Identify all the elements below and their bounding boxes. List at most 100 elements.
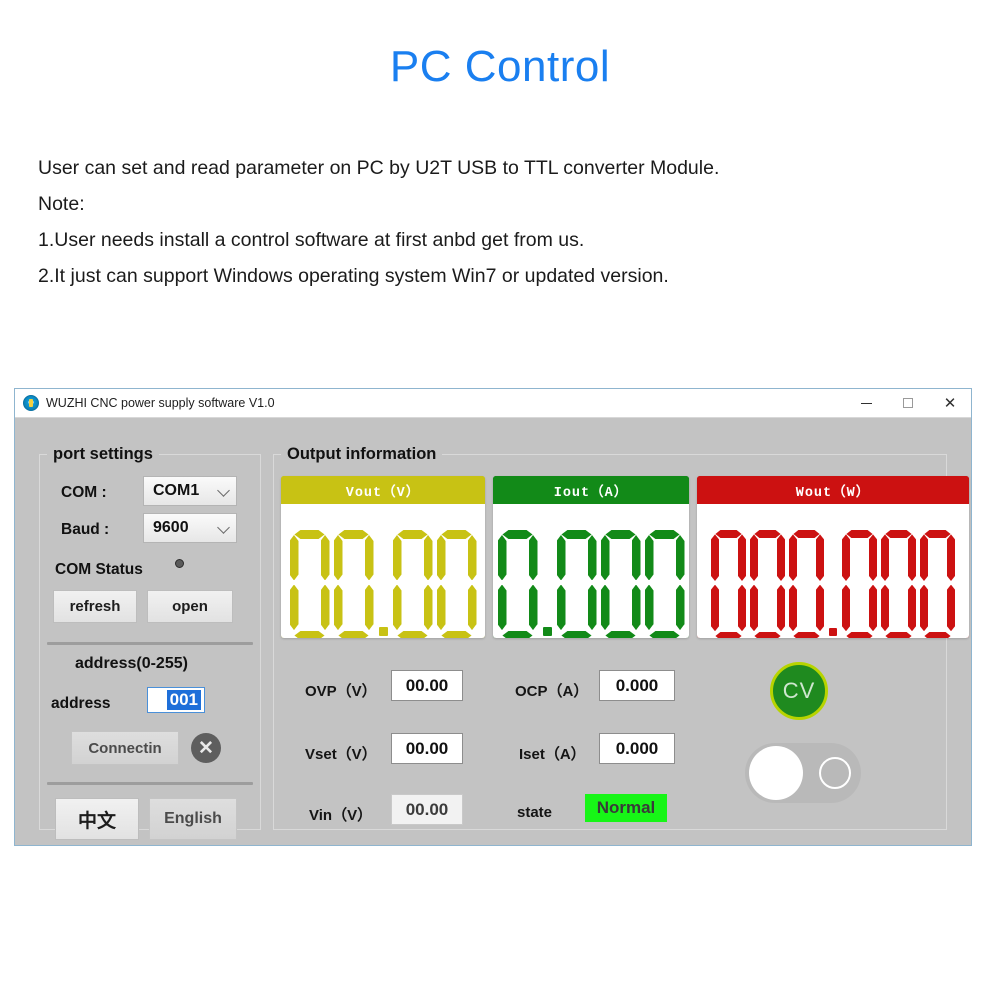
seven-segment-digit bbox=[920, 530, 955, 638]
segment-c bbox=[777, 585, 785, 632]
status-badge: Normal bbox=[585, 794, 667, 822]
seven-segment-digit bbox=[542, 530, 552, 638]
ovp-label: OVP（V） bbox=[305, 683, 377, 700]
seven-segment-digit bbox=[334, 530, 374, 638]
segment-f bbox=[393, 535, 402, 581]
ovp-field[interactable]: 00.00 bbox=[391, 670, 463, 701]
segment-d bbox=[649, 631, 679, 638]
connect-button-label: Connectin bbox=[88, 739, 162, 757]
vin-field: 00.00 bbox=[391, 794, 463, 825]
maximize-button[interactable] bbox=[887, 389, 929, 417]
segment-d bbox=[338, 631, 368, 638]
decimal-point bbox=[829, 628, 837, 636]
seven-segment-digit bbox=[557, 530, 597, 638]
state-label: state bbox=[517, 804, 553, 821]
divider-2 bbox=[47, 782, 253, 785]
segment-b bbox=[676, 535, 685, 581]
segment-f bbox=[498, 535, 507, 581]
segment-a bbox=[649, 530, 679, 539]
segment-c bbox=[365, 585, 374, 631]
refresh-button[interactable]: refresh bbox=[53, 590, 137, 623]
ovp-value: 00.00 bbox=[405, 675, 449, 695]
meter-iout: Iout（A） bbox=[493, 476, 689, 638]
segment-c bbox=[424, 585, 433, 631]
segment-e bbox=[750, 585, 758, 632]
clear-status-icon[interactable]: ✕ bbox=[191, 733, 221, 763]
segment-b bbox=[869, 534, 877, 581]
segment-b bbox=[816, 534, 824, 581]
language-english-button[interactable]: English bbox=[149, 798, 237, 840]
segment-b bbox=[738, 534, 746, 581]
segment-e bbox=[842, 585, 850, 632]
segment-f bbox=[842, 534, 850, 581]
com-status-label: COM Status bbox=[55, 561, 143, 578]
segment-a bbox=[338, 530, 368, 539]
decimal-point bbox=[542, 627, 552, 636]
ocp-label: OCP（A） bbox=[515, 683, 589, 700]
baud-label: Baud : bbox=[61, 521, 110, 538]
segment-c bbox=[468, 585, 477, 631]
meter-iout-digits bbox=[496, 530, 687, 638]
close-icon: ✕ bbox=[943, 394, 957, 412]
description-line-3: 1.User needs install a control software … bbox=[38, 229, 585, 251]
segment-c bbox=[632, 585, 641, 631]
vset-field[interactable]: 00.00 bbox=[391, 733, 463, 764]
segment-d bbox=[605, 631, 635, 638]
segment-c bbox=[529, 585, 538, 631]
seven-segment-digit bbox=[290, 530, 330, 638]
mode-badge-cv: CV bbox=[770, 662, 828, 720]
meter-wout-digits bbox=[709, 530, 957, 638]
segment-a bbox=[924, 530, 950, 538]
seven-segment-digit bbox=[645, 530, 685, 638]
segment-c bbox=[816, 585, 824, 632]
close-button[interactable]: ✕ bbox=[929, 389, 971, 417]
seven-segment-digit bbox=[393, 530, 433, 638]
segment-a bbox=[561, 530, 591, 539]
segment-e bbox=[711, 585, 719, 632]
iset-field[interactable]: 0.000 bbox=[599, 733, 675, 764]
segment-e bbox=[393, 585, 402, 631]
segment-d bbox=[924, 632, 950, 638]
segment-b bbox=[365, 535, 374, 581]
meter-wout-face bbox=[697, 504, 969, 638]
segment-d bbox=[793, 632, 819, 638]
address-input[interactable]: 001 bbox=[147, 687, 205, 713]
segment-d bbox=[715, 632, 741, 638]
segment-e bbox=[290, 585, 299, 631]
segment-f bbox=[920, 534, 928, 581]
com-select[interactable]: COM1 bbox=[143, 476, 237, 506]
language-english-label: English bbox=[164, 810, 222, 827]
segment-f bbox=[750, 534, 758, 581]
seven-segment-digit bbox=[378, 530, 388, 638]
baud-select-value: 9600 bbox=[153, 519, 189, 536]
segment-a bbox=[294, 530, 324, 539]
minimize-button[interactable] bbox=[845, 389, 887, 417]
mode-badge-label: CV bbox=[782, 678, 816, 703]
baud-select[interactable]: 9600 bbox=[143, 513, 237, 543]
segment-a bbox=[793, 530, 819, 538]
output-toggle[interactable] bbox=[745, 743, 861, 803]
window-titlebar: WUZHI CNC power supply software V1.0 ✕ bbox=[15, 389, 971, 418]
segment-e bbox=[920, 585, 928, 632]
segment-e bbox=[557, 585, 566, 631]
seven-segment-digit bbox=[437, 530, 477, 638]
maximize-icon bbox=[903, 398, 913, 408]
segment-a bbox=[715, 530, 741, 538]
meter-vout-face bbox=[281, 504, 485, 638]
connect-button[interactable]: Connectin bbox=[71, 731, 179, 765]
seven-segment-digit bbox=[498, 530, 538, 638]
segment-f bbox=[334, 535, 343, 581]
open-button[interactable]: open bbox=[147, 590, 233, 623]
page-title: PC Control bbox=[389, 42, 611, 91]
output-toggle-ring-icon bbox=[819, 757, 851, 789]
meter-wout: Wout（W） bbox=[697, 476, 969, 638]
status-badge-value: Normal bbox=[596, 798, 656, 817]
vin-value: 00.00 bbox=[405, 799, 449, 819]
segment-b bbox=[588, 535, 597, 581]
address-input-value: 001 bbox=[166, 690, 201, 710]
segment-e bbox=[334, 585, 343, 631]
iset-label: Iset（A） bbox=[519, 746, 586, 763]
language-chinese-button[interactable]: 中文 bbox=[55, 798, 139, 840]
ocp-field[interactable]: 0.000 bbox=[599, 670, 675, 701]
segment-d bbox=[397, 631, 427, 638]
